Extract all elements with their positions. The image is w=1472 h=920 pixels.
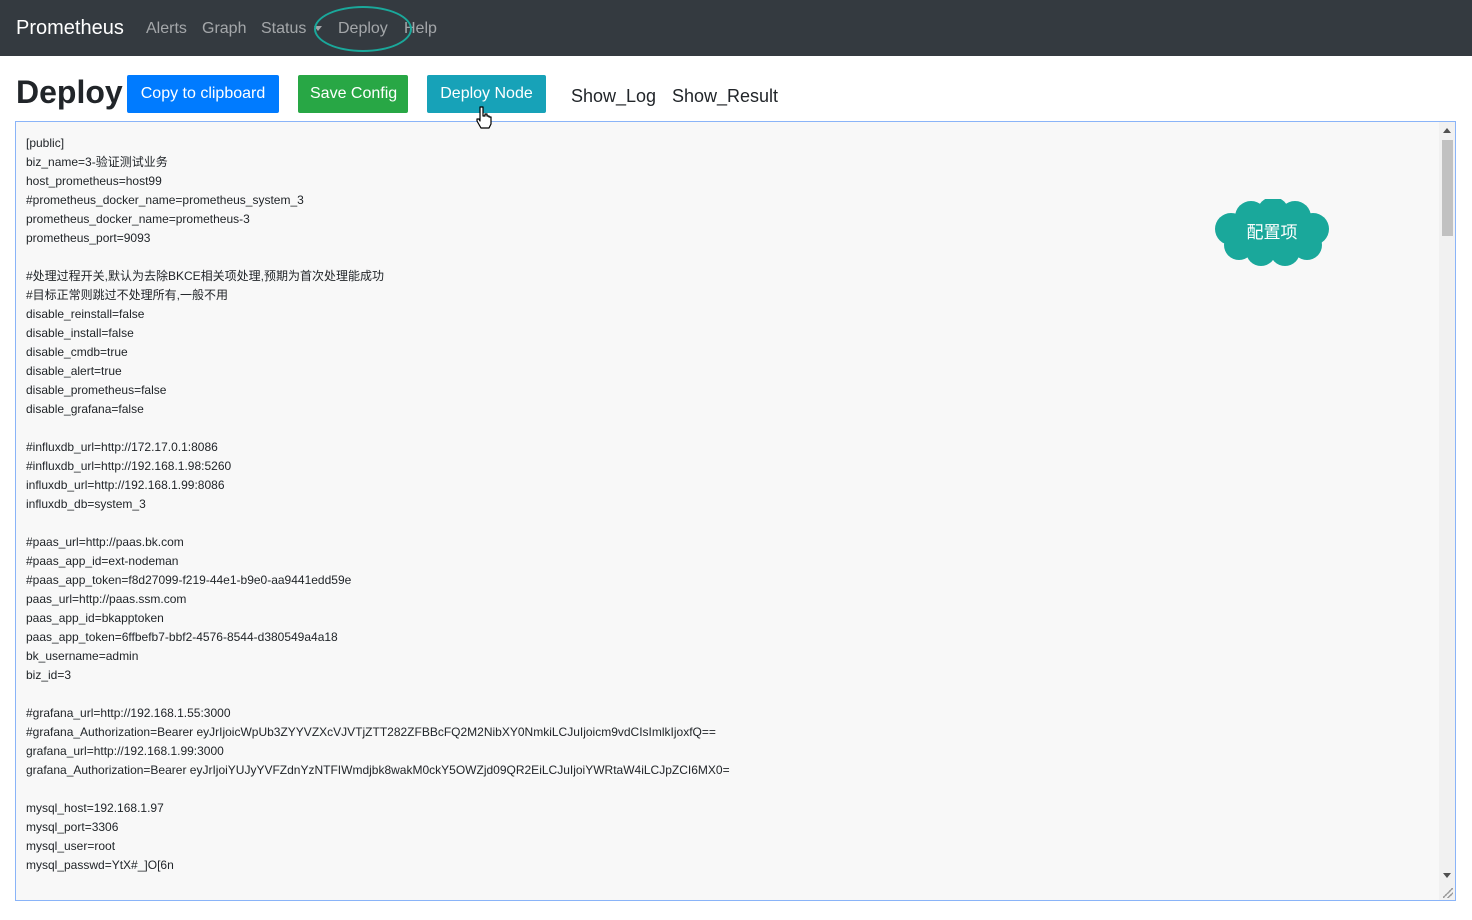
nav-graph[interactable]: Graph <box>202 19 246 39</box>
show-log-link[interactable]: Show_Log <box>571 86 656 106</box>
cloud-label: 配置项 <box>1246 223 1298 242</box>
config-content[interactable]: [public] biz_name=3-验证测试业务 host_promethe… <box>26 134 730 875</box>
save-config-button[interactable]: Save Config <box>298 75 408 113</box>
scrollbar[interactable] <box>1439 122 1455 900</box>
config-annotation-cloud: 配置项 <box>1211 197 1333 267</box>
nav-alerts[interactable]: Alerts <box>146 19 187 39</box>
nav-status[interactable]: Status <box>261 19 306 39</box>
copy-to-clipboard-button[interactable]: Copy to clipboard <box>127 75 279 113</box>
top-navbar: Prometheus Alerts Graph Status Deploy He… <box>0 0 1472 56</box>
resize-grip-icon[interactable] <box>1443 888 1453 898</box>
deploy-highlight-ellipse <box>314 6 412 52</box>
hand-pointer-icon <box>476 106 492 129</box>
brand-logo[interactable]: Prometheus <box>16 16 124 40</box>
scroll-down-icon[interactable] <box>1443 873 1451 878</box>
show-result-link[interactable]: Show_Result <box>672 86 778 106</box>
scrollbar-thumb[interactable] <box>1442 140 1453 236</box>
page-title: Deploy <box>16 74 123 110</box>
scroll-up-icon[interactable] <box>1443 128 1451 133</box>
